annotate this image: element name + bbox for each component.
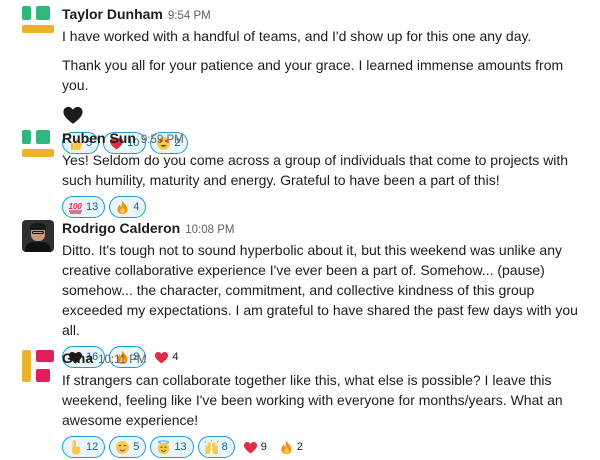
reaction-count: 5 — [133, 441, 140, 453]
sender-name[interactable]: Ruben Sun — [62, 130, 136, 146]
sender-name[interactable]: Rodrigo Calderon — [62, 220, 180, 236]
reaction-count: 8 — [221, 441, 228, 453]
reaction-count: 13 — [86, 201, 99, 213]
timestamp[interactable]: 9:54 PM — [168, 10, 211, 22]
reaction-pointing-up[interactable]: 12 — [62, 436, 106, 458]
message-text: Yes! Seldom do you come across a group o… — [62, 152, 569, 188]
avatar[interactable] — [22, 6, 54, 38]
reaction-count: 2 — [296, 441, 303, 453]
timestamp[interactable]: 10:11 PM — [98, 354, 146, 366]
reactions: 12 5 13 8 9 2 — [62, 436, 590, 458]
reaction-fire[interactable]: 2 — [275, 436, 307, 458]
halo-icon — [157, 439, 171, 455]
fire-icon — [281, 440, 292, 454]
reactions: 13 4 — [62, 196, 590, 218]
avatar[interactable] — [22, 220, 54, 252]
reaction-raised-hands[interactable]: 8 — [197, 436, 235, 458]
avatar[interactable] — [22, 350, 54, 382]
message-text: I have worked with a handful of teams, a… — [62, 28, 532, 44]
reaction-red-heart[interactable]: 9 — [239, 436, 271, 458]
reaction-count: 12 — [86, 441, 99, 453]
reaction-count: 9 — [260, 441, 267, 453]
timestamp[interactable]: 10:08 PM — [185, 224, 234, 236]
fire-icon — [117, 200, 128, 214]
reaction-halo[interactable]: 13 — [150, 436, 194, 458]
reaction-blush[interactable]: 5 — [109, 436, 147, 458]
message-text: Ditto. It's tough not to sound hyperboli… — [62, 242, 578, 338]
reaction-count: 13 — [174, 441, 187, 453]
sender-name[interactable]: Taylor Dunham — [62, 6, 163, 22]
blush-icon — [115, 440, 130, 454]
sender-name[interactable]: Gina — [62, 350, 93, 366]
reaction-count: 4 — [133, 201, 140, 213]
pointing-up-icon — [71, 439, 81, 455]
timestamp[interactable]: 9:59 PM — [141, 134, 184, 146]
red-heart-icon — [243, 441, 257, 453]
reaction-fire[interactable]: 4 — [109, 196, 147, 218]
avatar[interactable] — [22, 130, 54, 162]
black-heart-icon — [62, 104, 590, 128]
hundred-icon — [68, 200, 83, 214]
message-text: If strangers can collaborate together li… — [62, 372, 563, 428]
reaction-hundred[interactable]: 13 — [62, 196, 106, 218]
raised-hands-icon — [204, 439, 219, 454]
message-text: Thank you all for your patience and your… — [62, 57, 564, 93]
